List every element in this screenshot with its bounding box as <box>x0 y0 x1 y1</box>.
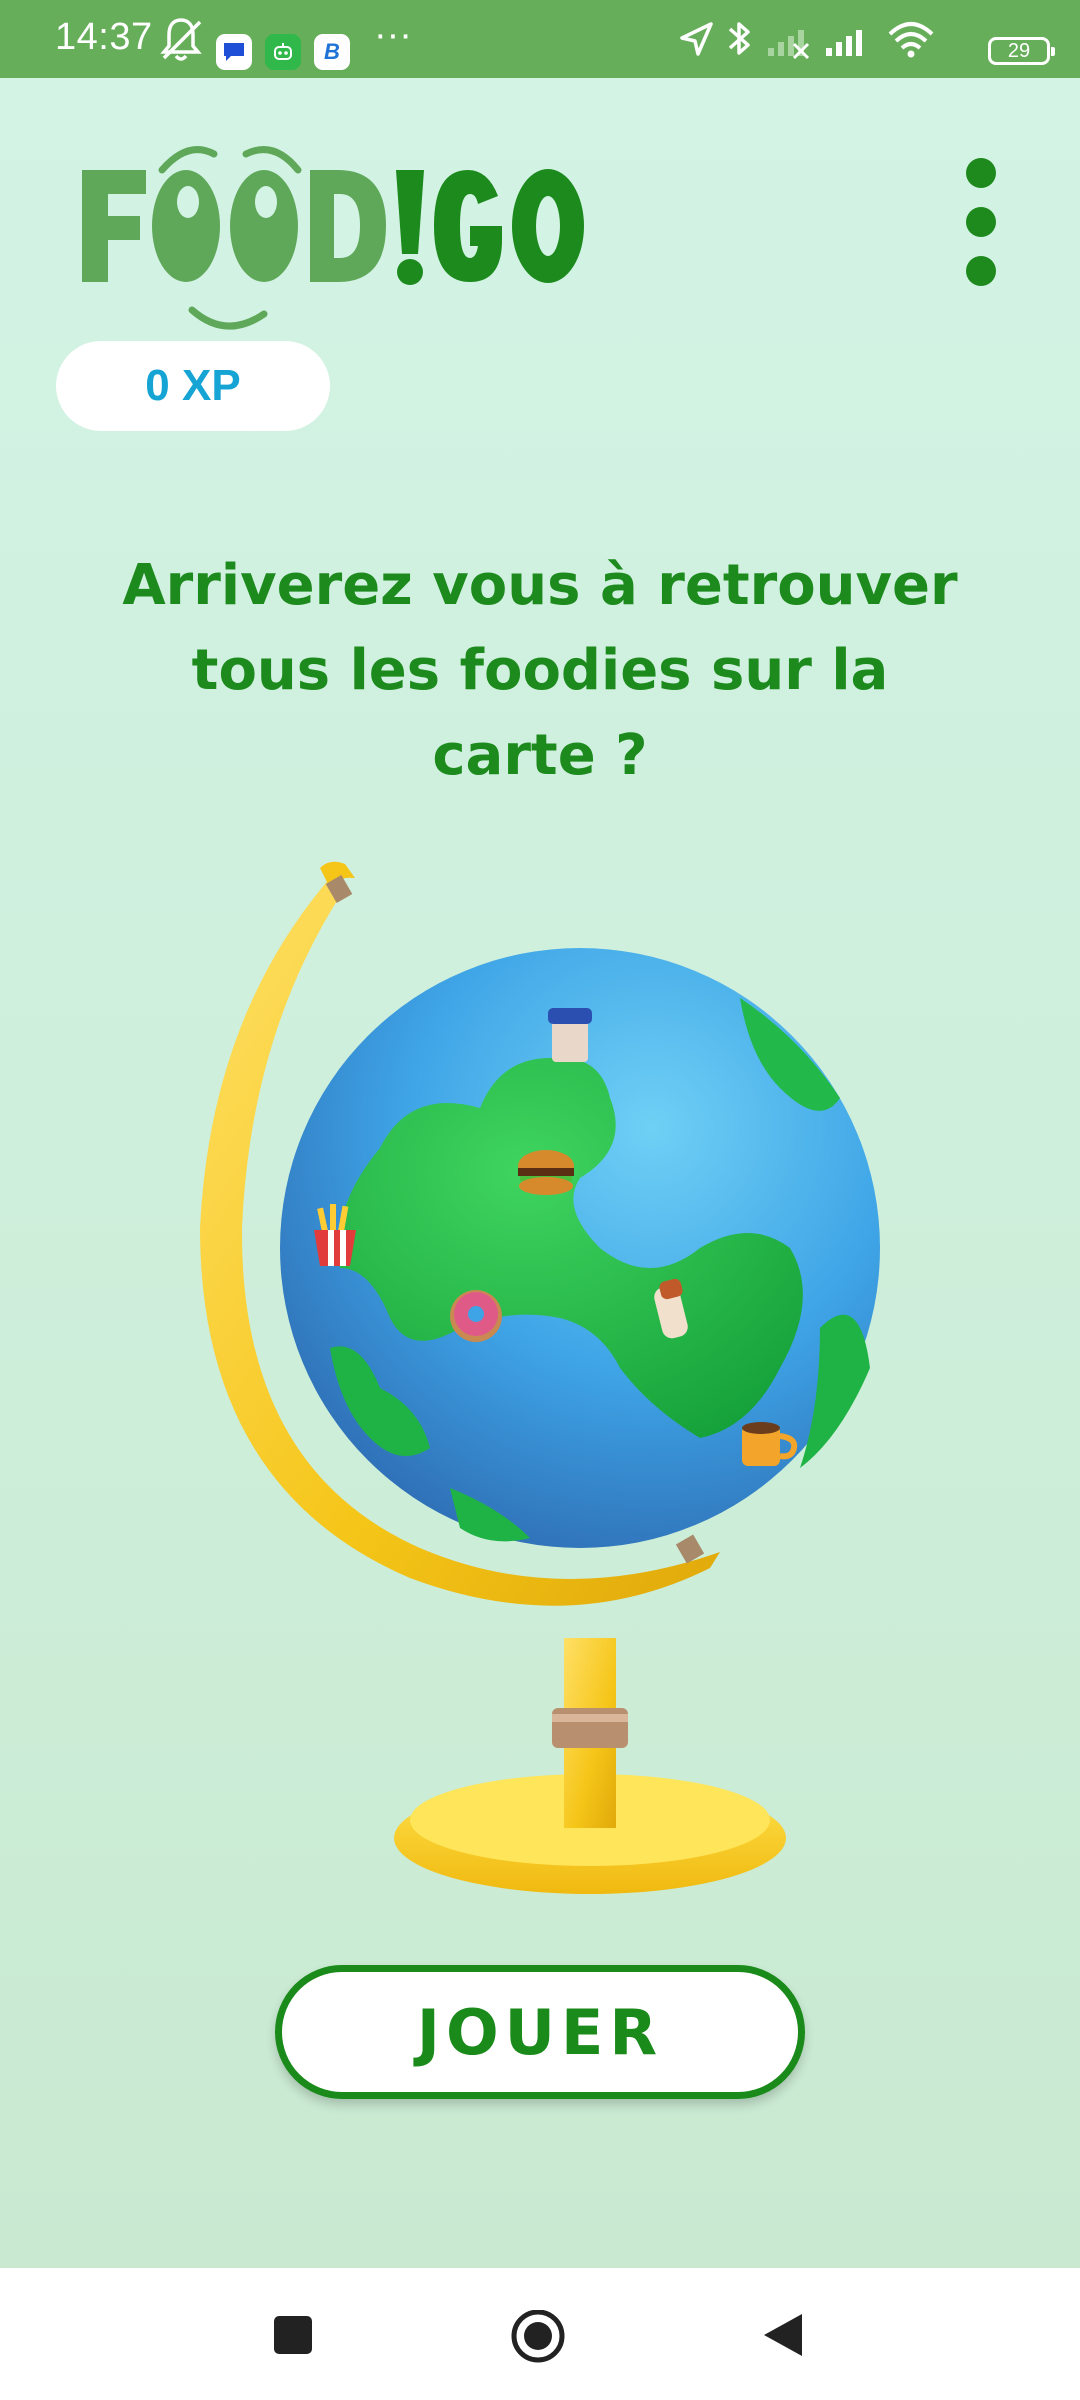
play-button[interactable]: JOUER <box>275 1965 805 2099</box>
more-notifications-indicator: ··· <box>374 14 412 56</box>
more-vertical-icon <box>966 158 996 188</box>
robot-app-icon <box>265 34 301 70</box>
more-options-button[interactable] <box>950 152 1012 292</box>
location-arrow-icon <box>680 22 713 56</box>
more-vertical-icon-dot <box>966 256 996 286</box>
donut-icon <box>450 1290 502 1342</box>
system-navigation-bar <box>0 2268 1080 2400</box>
battery-icon: 29 <box>988 37 1055 65</box>
globe-illustration <box>200 861 880 1894</box>
recent-apps-icon[interactable] <box>268 2310 318 2360</box>
back-icon[interactable] <box>758 2310 808 2360</box>
cellular-signal-icon <box>826 30 862 56</box>
burger-icon <box>518 1150 574 1195</box>
battery-level: 29 <box>1007 39 1031 62</box>
b-app-icon: B <box>314 34 350 70</box>
wifi-icon <box>888 22 934 58</box>
mute-bell-icon <box>160 18 202 61</box>
coffee-cup-icon <box>548 1008 592 1062</box>
status-bar: 14:37 B ··· 29 <box>0 0 1080 78</box>
bluetooth-icon <box>728 22 750 55</box>
more-vertical-icon-dot <box>966 207 996 237</box>
home-icon[interactable] <box>508 2310 568 2370</box>
app-screen: 0 XP Arriverez vous à retrouver tous les… <box>0 78 1080 2268</box>
page-headline: Arriverez vous à retrouver tous les food… <box>122 553 958 788</box>
status-time: 14:37 <box>55 16 153 58</box>
xp-badge: 0 XP <box>56 341 330 431</box>
foodigo-logo <box>82 146 584 330</box>
chat-app-icon <box>216 34 252 70</box>
cellular-signal-icon <box>768 30 810 60</box>
